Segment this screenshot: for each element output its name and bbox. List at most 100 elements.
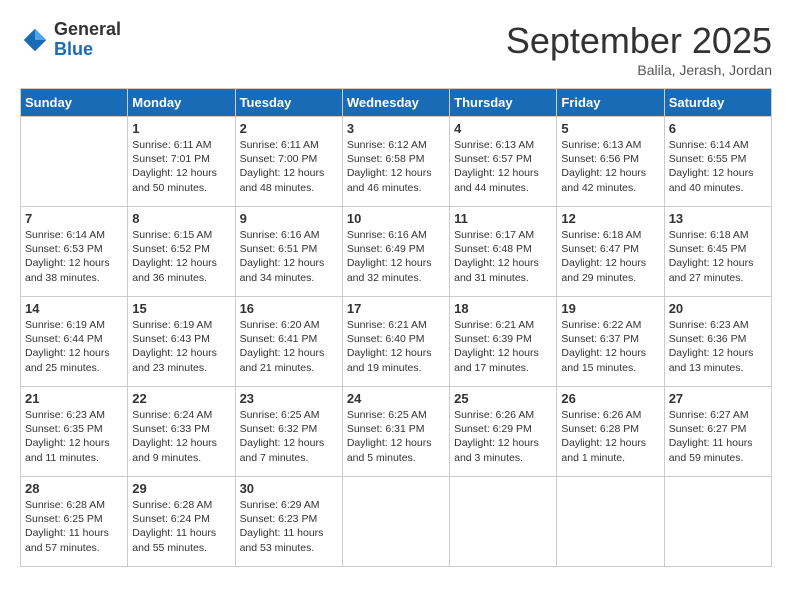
week-row-1: 1Sunrise: 6:11 AMSunset: 7:01 PMDaylight… bbox=[21, 117, 772, 207]
header-row: SundayMondayTuesdayWednesdayThursdayFrid… bbox=[21, 89, 772, 117]
calendar-cell: 11 Sunrise: 6:17 AMSunset: 6:48 PMDayligh… bbox=[450, 207, 557, 297]
cell-details: Sunrise: 6:28 AMSunset: 6:24 PMDaylight:… bbox=[132, 498, 230, 555]
week-row-2: 7 Sunrise: 6:14 AMSunset: 6:53 PMDaylight… bbox=[21, 207, 772, 297]
day-number: 29 bbox=[132, 481, 230, 496]
day-number: 24 bbox=[347, 391, 445, 406]
day-header-wednesday: Wednesday bbox=[342, 89, 449, 117]
day-header-friday: Friday bbox=[557, 89, 664, 117]
calendar-cell: 7 Sunrise: 6:14 AMSunset: 6:53 PMDaylight… bbox=[21, 207, 128, 297]
logo-icon bbox=[20, 25, 50, 55]
cell-details: Sunrise: 6:11 AMSunset: 7:00 PMDaylight:… bbox=[240, 138, 338, 195]
calendar-table: SundayMondayTuesdayWednesdayThursdayFrid… bbox=[20, 88, 772, 567]
cell-details: Sunrise: 6:19 AMSunset: 6:43 PMDaylight:… bbox=[132, 318, 230, 375]
cell-details: Sunrise: 6:14 AMSunset: 6:53 PMDaylight:… bbox=[25, 228, 123, 285]
location-subtitle: Balila, Jerash, Jordan bbox=[506, 62, 772, 78]
day-number: 26 bbox=[561, 391, 659, 406]
calendar-cell: 15 Sunrise: 6:19 AMSunset: 6:43 PMDayligh… bbox=[128, 297, 235, 387]
day-header-tuesday: Tuesday bbox=[235, 89, 342, 117]
day-number: 13 bbox=[669, 211, 767, 226]
cell-details: Sunrise: 6:18 AMSunset: 6:47 PMDaylight:… bbox=[561, 228, 659, 285]
calendar-cell: 28 Sunrise: 6:28 AMSunset: 6:25 PMDayligh… bbox=[21, 477, 128, 567]
cell-details: Sunrise: 6:22 AMSunset: 6:37 PMDaylight:… bbox=[561, 318, 659, 375]
calendar-cell bbox=[21, 117, 128, 207]
calendar-cell: 16Sunrise: 6:20 AMSunset: 6:41 PMDayligh… bbox=[235, 297, 342, 387]
logo: General Blue bbox=[20, 20, 121, 60]
day-number: 25 bbox=[454, 391, 552, 406]
cell-details: Sunrise: 6:24 AMSunset: 6:33 PMDaylight:… bbox=[132, 408, 230, 465]
day-number: 15 bbox=[132, 301, 230, 316]
day-number: 30 bbox=[240, 481, 338, 496]
calendar-cell: 25 Sunrise: 6:26 AMSunset: 6:29 PMDayligh… bbox=[450, 387, 557, 477]
calendar-cell: 2Sunrise: 6:11 AMSunset: 7:00 PMDaylight… bbox=[235, 117, 342, 207]
cell-details: Sunrise: 6:13 AMSunset: 6:56 PMDaylight:… bbox=[561, 138, 659, 195]
day-number: 23 bbox=[240, 391, 338, 406]
cell-details: Sunrise: 6:21 AMSunset: 6:39 PMDaylight:… bbox=[454, 318, 552, 375]
day-header-sunday: Sunday bbox=[21, 89, 128, 117]
cell-details: Sunrise: 6:23 AMSunset: 6:36 PMDaylight:… bbox=[669, 318, 767, 375]
day-number: 21 bbox=[25, 391, 123, 406]
calendar-cell: 26 Sunrise: 6:26 AMSunset: 6:28 PMDayligh… bbox=[557, 387, 664, 477]
cell-details: Sunrise: 6:26 AMSunset: 6:28 PMDaylight:… bbox=[561, 408, 659, 465]
calendar-cell bbox=[664, 477, 771, 567]
calendar-cell: 3 Sunrise: 6:12 AMSunset: 6:58 PMDaylight… bbox=[342, 117, 449, 207]
calendar-cell: 1Sunrise: 6:11 AMSunset: 7:01 PMDaylight… bbox=[128, 117, 235, 207]
cell-details: Sunrise: 6:15 AMSunset: 6:52 PMDaylight:… bbox=[132, 228, 230, 285]
cell-details: Sunrise: 6:14 AMSunset: 6:55 PMDaylight:… bbox=[669, 138, 767, 195]
day-number: 18 bbox=[454, 301, 552, 316]
day-header-saturday: Saturday bbox=[664, 89, 771, 117]
day-number: 17 bbox=[347, 301, 445, 316]
calendar-cell: 12 Sunrise: 6:18 AMSunset: 6:47 PMDayligh… bbox=[557, 207, 664, 297]
day-number: 28 bbox=[25, 481, 123, 496]
day-number: 27 bbox=[669, 391, 767, 406]
day-number: 10 bbox=[347, 211, 445, 226]
cell-details: Sunrise: 6:25 AMSunset: 6:32 PMDaylight:… bbox=[240, 408, 338, 465]
cell-details: Sunrise: 6:16 AMSunset: 6:49 PMDaylight:… bbox=[347, 228, 445, 285]
cell-details: Sunrise: 6:29 AMSunset: 6:23 PMDaylight:… bbox=[240, 498, 338, 555]
day-number: 20 bbox=[669, 301, 767, 316]
day-number: 22 bbox=[132, 391, 230, 406]
day-number: 19 bbox=[561, 301, 659, 316]
calendar-cell bbox=[450, 477, 557, 567]
day-header-thursday: Thursday bbox=[450, 89, 557, 117]
logo-text: General Blue bbox=[54, 20, 121, 60]
day-number: 12 bbox=[561, 211, 659, 226]
logo-blue: Blue bbox=[54, 40, 121, 60]
day-number: 3 bbox=[347, 121, 445, 136]
calendar-cell: 30 Sunrise: 6:29 AMSunset: 6:23 PMDayligh… bbox=[235, 477, 342, 567]
day-number: 7 bbox=[25, 211, 123, 226]
cell-details: Sunrise: 6:18 AMSunset: 6:45 PMDaylight:… bbox=[669, 228, 767, 285]
cell-details: Sunrise: 6:17 AMSunset: 6:48 PMDaylight:… bbox=[454, 228, 552, 285]
cell-details: Sunrise: 6:19 AMSunset: 6:44 PMDaylight:… bbox=[25, 318, 123, 375]
cell-details: Sunrise: 6:13 AMSunset: 6:57 PMDaylight:… bbox=[454, 138, 552, 195]
week-row-4: 21 Sunrise: 6:23 AMSunset: 6:35 PMDayligh… bbox=[21, 387, 772, 477]
day-number: 4 bbox=[454, 121, 552, 136]
title-block: September 2025 Balila, Jerash, Jordan bbox=[506, 20, 772, 78]
cell-details: Sunrise: 6:25 AMSunset: 6:31 PMDaylight:… bbox=[347, 408, 445, 465]
calendar-cell: 4 Sunrise: 6:13 AMSunset: 6:57 PMDaylight… bbox=[450, 117, 557, 207]
day-number: 11 bbox=[454, 211, 552, 226]
cell-details: Sunrise: 6:20 AMSunset: 6:41 PMDaylight:… bbox=[240, 318, 338, 375]
day-number: 5 bbox=[561, 121, 659, 136]
cell-details: Sunrise: 6:11 AMSunset: 7:01 PMDaylight:… bbox=[132, 138, 230, 195]
cell-details: Sunrise: 6:12 AMSunset: 6:58 PMDaylight:… bbox=[347, 138, 445, 195]
calendar-cell: 29 Sunrise: 6:28 AMSunset: 6:24 PMDayligh… bbox=[128, 477, 235, 567]
day-number: 9 bbox=[240, 211, 338, 226]
calendar-cell: 8 Sunrise: 6:15 AMSunset: 6:52 PMDaylight… bbox=[128, 207, 235, 297]
cell-details: Sunrise: 6:21 AMSunset: 6:40 PMDaylight:… bbox=[347, 318, 445, 375]
calendar-cell bbox=[557, 477, 664, 567]
calendar-cell: 14Sunrise: 6:19 AMSunset: 6:44 PMDayligh… bbox=[21, 297, 128, 387]
calendar-cell: 23 Sunrise: 6:25 AMSunset: 6:32 PMDayligh… bbox=[235, 387, 342, 477]
cell-details: Sunrise: 6:23 AMSunset: 6:35 PMDaylight:… bbox=[25, 408, 123, 465]
calendar-cell: 27 Sunrise: 6:27 AMSunset: 6:27 PMDayligh… bbox=[664, 387, 771, 477]
cell-details: Sunrise: 6:28 AMSunset: 6:25 PMDaylight:… bbox=[25, 498, 123, 555]
calendar-cell: 10 Sunrise: 6:16 AMSunset: 6:49 PMDayligh… bbox=[342, 207, 449, 297]
day-number: 8 bbox=[132, 211, 230, 226]
logo-general: General bbox=[54, 20, 121, 40]
page-header: General Blue September 2025 Balila, Jera… bbox=[20, 20, 772, 78]
cell-details: Sunrise: 6:27 AMSunset: 6:27 PMDaylight:… bbox=[669, 408, 767, 465]
calendar-cell: 17 Sunrise: 6:21 AMSunset: 6:40 PMDayligh… bbox=[342, 297, 449, 387]
cell-details: Sunrise: 6:16 AMSunset: 6:51 PMDaylight:… bbox=[240, 228, 338, 285]
calendar-cell: 18 Sunrise: 6:21 AMSunset: 6:39 PMDayligh… bbox=[450, 297, 557, 387]
day-header-monday: Monday bbox=[128, 89, 235, 117]
cell-details: Sunrise: 6:26 AMSunset: 6:29 PMDaylight:… bbox=[454, 408, 552, 465]
